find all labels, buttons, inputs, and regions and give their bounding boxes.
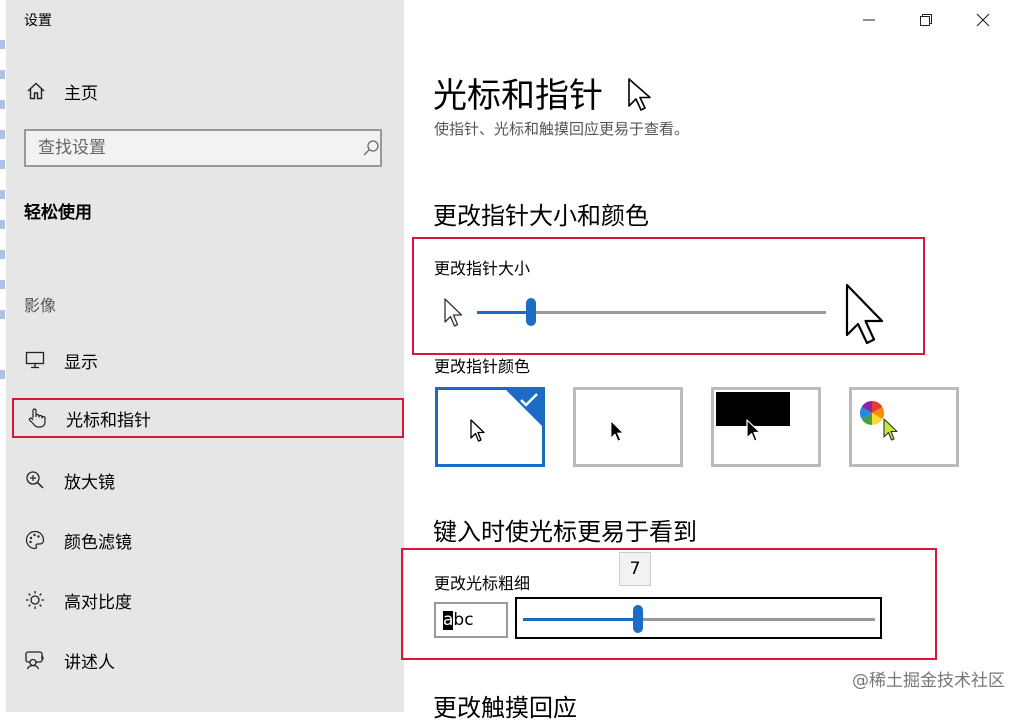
slider-fill <box>523 618 638 621</box>
hand-pointer-icon <box>26 407 48 429</box>
pointer-size-label: 更改指针大小 <box>434 259 531 278</box>
slider-value-tooltip: 7 <box>619 552 651 586</box>
group-label: 影像 <box>24 296 57 315</box>
cursor-thickness-slider[interactable] <box>515 597 882 639</box>
sidebar-item-magnifier[interactable]: 放大镜 <box>12 460 404 500</box>
search-input[interactable] <box>26 137 360 159</box>
pointer-color-black[interactable] <box>573 387 683 467</box>
cursor-preview-box: a bc <box>434 602 508 638</box>
pointer-arrow-icon <box>628 78 651 111</box>
inverted-pointer-icon <box>746 419 761 442</box>
pointer-color-custom[interactable] <box>849 387 959 467</box>
app-title: 设置 <box>24 13 52 29</box>
window-controls <box>855 8 1025 32</box>
cursor-thickness-label: 更改光标粗细 <box>434 574 531 593</box>
checkmark-icon <box>520 393 538 407</box>
search-icon[interactable] <box>362 139 380 157</box>
cursor-preview-text: bc <box>453 610 474 630</box>
custom-pointer-icon <box>883 418 898 441</box>
pointer-color-white[interactable] <box>435 387 545 467</box>
page-description: 使指针、光标和触摸回应更易于查看。 <box>434 120 690 138</box>
sidebar-item-label: 主页 <box>64 83 98 104</box>
sidebar-item-label: 讲述人 <box>64 652 115 673</box>
sidebar-item-home[interactable]: 主页 <box>18 72 398 110</box>
slider-thumb[interactable] <box>633 605 643 633</box>
home-icon <box>27 82 45 100</box>
sidebar-item-narrator[interactable]: 讲述人 <box>12 640 404 680</box>
touch-section-heading: 更改触摸回应 <box>433 694 577 722</box>
sidebar-item-color-filters[interactable]: 颜色滤镜 <box>12 520 404 560</box>
minimize-icon[interactable] <box>857 8 881 32</box>
sun-icon <box>24 589 46 611</box>
pointer-color-inverted[interactable] <box>711 387 821 467</box>
slider-fill <box>477 311 530 314</box>
cursor-section-heading: 键入时使光标更易于看到 <box>433 518 697 546</box>
small-pointer-icon <box>444 298 463 327</box>
section-heading: 轻松使用 <box>24 203 92 223</box>
large-pointer-icon <box>845 283 884 345</box>
sidebar-item-high-contrast[interactable]: 高对比度 <box>12 580 404 620</box>
watermark: @稀土掘金技术社区 <box>852 671 1005 691</box>
white-pointer-icon <box>470 419 485 442</box>
sidebar-item-label: 颜色滤镜 <box>64 532 132 553</box>
sidebar-item-label: 高对比度 <box>64 592 132 613</box>
restore-icon[interactable] <box>914 8 938 32</box>
sidebar-item-label: 光标和指针 <box>66 410 151 431</box>
monitor-icon <box>24 349 46 371</box>
black-pointer-icon <box>610 420 624 442</box>
sidebar-item-display[interactable]: 显示 <box>12 340 404 380</box>
cursor-preview-caret: a <box>443 609 454 630</box>
pointer-section-heading: 更改指针大小和颜色 <box>433 202 649 230</box>
magnifier-icon <box>24 469 46 491</box>
narrator-icon <box>24 649 46 671</box>
sidebar-item-cursor-pointer[interactable]: 光标和指针 <box>12 398 404 438</box>
page-title: 光标和指针 <box>433 76 603 116</box>
pointer-color-label: 更改指针颜色 <box>434 357 531 376</box>
sidebar: 设置 主页 轻松使用 影像 显示 光标和指针 放大镜 <box>6 0 404 712</box>
search-box[interactable] <box>24 129 382 167</box>
palette-icon <box>24 529 46 551</box>
close-icon[interactable] <box>971 8 995 32</box>
slider-thumb[interactable] <box>526 298 536 326</box>
sidebar-item-label: 放大镜 <box>64 472 115 493</box>
sidebar-item-label: 显示 <box>64 352 98 373</box>
